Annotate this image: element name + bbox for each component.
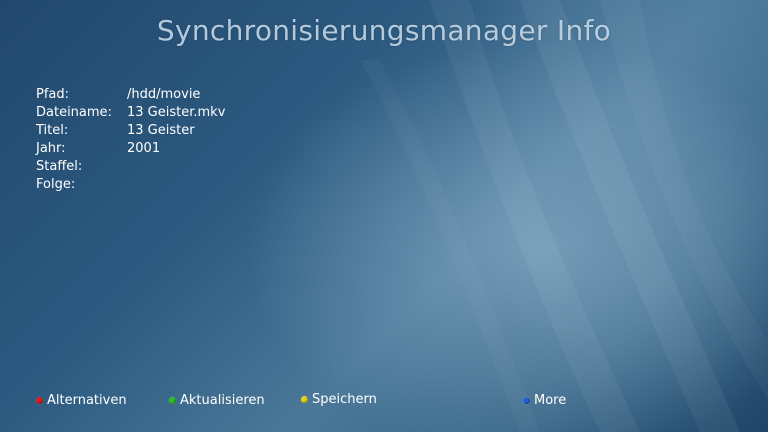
- blue-button-icon: [523, 397, 530, 404]
- year-label: Jahr:: [36, 141, 66, 156]
- season-label: Staffel:: [36, 159, 83, 174]
- background-light-streaks: [430, 0, 768, 432]
- filename-label: Dateiname:: [36, 105, 112, 120]
- green-button-icon: [169, 397, 176, 404]
- episode-label: Folge:: [36, 177, 76, 192]
- alternatives-button[interactable]: Alternativen: [36, 393, 127, 408]
- path-label: Pfad:: [36, 87, 70, 102]
- path-value: /hdd/movie: [127, 87, 201, 102]
- more-label: More: [534, 393, 567, 408]
- page-title: Synchronisierungsmanager Info: [156, 14, 612, 47]
- info-row-title: Titel: 13 Geister: [36, 122, 225, 140]
- refresh-label: Aktualisieren: [180, 393, 265, 408]
- year-value: 2001: [127, 141, 161, 156]
- info-row-path: Pfad: /hdd/movie: [36, 86, 225, 104]
- save-button[interactable]: Speichern: [301, 392, 377, 407]
- yellow-button-icon: [301, 396, 308, 403]
- title-label: Titel:: [36, 123, 69, 138]
- refresh-button[interactable]: Aktualisieren: [169, 393, 265, 408]
- info-panel: Pfad: /hdd/movie Dateiname: 13 Geister.m…: [36, 86, 225, 194]
- alternatives-label: Alternativen: [47, 393, 127, 408]
- info-row-year: Jahr: 2001: [36, 140, 225, 158]
- filename-value: 13 Geister.mkv: [127, 105, 226, 120]
- more-button[interactable]: More: [523, 393, 566, 408]
- info-row-season: Staffel:: [36, 158, 225, 176]
- info-row-episode: Folge:: [36, 176, 225, 194]
- title-value: 13 Geister: [127, 123, 195, 138]
- info-row-filename: Dateiname: 13 Geister.mkv: [36, 104, 225, 122]
- save-label: Speichern: [312, 392, 377, 407]
- red-button-icon: [36, 397, 43, 404]
